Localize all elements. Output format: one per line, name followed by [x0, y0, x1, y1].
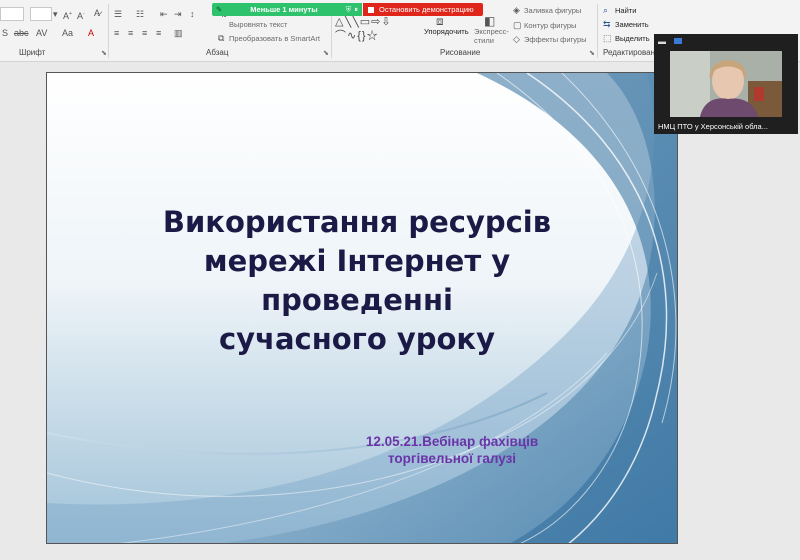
curve-shape-icon[interactable]: ⌒ [335, 30, 347, 42]
pause-share-icon[interactable]: ⏸ [354, 5, 358, 15]
paragraph-dialog-launcher-icon[interactable]: ⬊ [323, 49, 329, 57]
participant-face-image [670, 51, 782, 117]
convert-smartart-button[interactable]: Преобразовать в SmartArt [229, 34, 320, 43]
find-icon[interactable]: ⌕ [603, 5, 608, 15]
shadow-icon[interactable]: S [2, 28, 8, 38]
arrange-icon[interactable]: ⧈ [436, 15, 444, 27]
shape-fill-icon[interactable]: ◈ [513, 5, 520, 15]
slide-subtitle[interactable]: 12.05.21.Вебінар фахівців торгівельної г… [337, 433, 567, 467]
pointer-icon[interactable]: ✎ [216, 5, 222, 14]
shape-fill-button[interactable]: Заливка фигуры [524, 6, 581, 15]
strikethrough-icon[interactable]: abc [14, 28, 29, 38]
bullets-icon[interactable]: ☰ [114, 9, 122, 19]
security-shield-icon: ⛨ [345, 4, 352, 14]
ribbon-separator [108, 4, 109, 58]
clear-format-icon[interactable]: A̷ [94, 8, 100, 18]
video-menu-icon[interactable]: ▬ [658, 37, 666, 46]
slide-title[interactable]: Використання ресурсів мережі Інтернет у … [107, 203, 607, 359]
align-left-icon[interactable]: ≡ [114, 28, 119, 38]
font-dialog-launcher-icon[interactable]: ⬊ [101, 49, 107, 57]
numbering-icon[interactable]: ☷ [136, 9, 144, 19]
find-button[interactable]: Найти [615, 6, 636, 15]
select-button[interactable]: Выделить [615, 34, 650, 43]
line-spacing-icon[interactable]: ↕ [190, 9, 195, 19]
font-group-label: Шрифт [19, 48, 46, 57]
char-spacing-icon[interactable]: AV [36, 28, 47, 38]
shape-effects-icon[interactable]: ◇ [513, 34, 520, 44]
screen-share-bar: ✎ Меньше 1 минуты ⛨ ⏸ Остановить демонст… [212, 3, 483, 16]
line-shape-icon[interactable]: ╲ [344, 16, 352, 28]
change-case-icon[interactable]: Aa [62, 28, 73, 38]
shrink-font-icon[interactable]: A- [77, 9, 85, 21]
drawing-dialog-launcher-icon[interactable]: ⬊ [589, 49, 595, 57]
quick-styles-button[interactable]: Экспресс-стили [474, 27, 514, 45]
font-color-icon[interactable]: A [88, 28, 94, 38]
align-text-button[interactable]: Выровнять текст [229, 20, 287, 29]
shapes-gallery[interactable]: △╲╲▭⇨⇩ ⌒∿{}☆ [335, 15, 417, 45]
video-options-icon[interactable] [674, 38, 682, 44]
participant-video-tile[interactable]: ▬ НМЦ ПТО у Херсонській обла... [654, 34, 798, 134]
share-timer-label: Меньше 1 минуты [250, 5, 318, 14]
ribbon-separator [597, 4, 598, 58]
star-shape-icon[interactable]: ☆ [367, 30, 379, 42]
quick-styles-icon[interactable]: ◧ [484, 15, 495, 27]
font-size-dropdown-icon[interactable]: ▾ [53, 9, 58, 19]
arrow2-shape-icon[interactable]: ⇩ [381, 16, 391, 28]
share-timer-pill[interactable]: ✎ Меньше 1 минуты ⛨ ⏸ [212, 3, 362, 16]
decrease-indent-icon[interactable]: ⇤ [160, 9, 168, 19]
select-icon[interactable]: ⬚ [603, 33, 612, 43]
shape-outline-button[interactable]: Контур фигуры [524, 21, 576, 30]
stop-icon [368, 6, 374, 13]
font-name-box[interactable] [0, 7, 24, 21]
participant-name-label: НМЦ ПТО у Херсонській обла... [658, 122, 768, 131]
arrow-shape-icon[interactable]: ⇨ [371, 16, 381, 28]
replace-icon[interactable]: ⇆ [603, 19, 611, 29]
justify-icon[interactable]: ≡ [156, 28, 161, 38]
align-right-icon[interactable]: ≡ [142, 28, 147, 38]
replace-button[interactable]: Заменить [615, 20, 649, 29]
stop-share-button[interactable]: Остановить демонстрацию [363, 3, 483, 16]
rect-shape-icon[interactable]: ▭ [360, 16, 371, 28]
paragraph-group-label: Абзац [206, 48, 229, 57]
font-size-box[interactable] [30, 7, 52, 21]
slide-canvas[interactable]: Використання ресурсів мережі Інтернет у … [46, 72, 678, 544]
line2-shape-icon[interactable]: ╲ [352, 16, 360, 28]
shape-effects-button[interactable]: Эффекты фигуры [524, 35, 587, 44]
shape-outline-icon[interactable]: ▢ [513, 20, 522, 30]
wave-shape-icon[interactable]: ∿ [347, 30, 357, 42]
columns-icon[interactable]: ▥ [174, 28, 183, 38]
smartart-icon[interactable]: ⧉ [218, 33, 224, 43]
participant-video-feed [670, 51, 782, 117]
stop-share-label: Остановить демонстрацию [379, 5, 474, 14]
grow-font-icon[interactable]: A+ [63, 9, 72, 21]
arrange-button[interactable]: Упорядочить [424, 27, 469, 36]
increase-indent-icon[interactable]: ⇥ [174, 9, 182, 19]
drawing-group-label: Рисование [440, 48, 481, 57]
align-center-icon[interactable]: ≡ [128, 28, 133, 38]
